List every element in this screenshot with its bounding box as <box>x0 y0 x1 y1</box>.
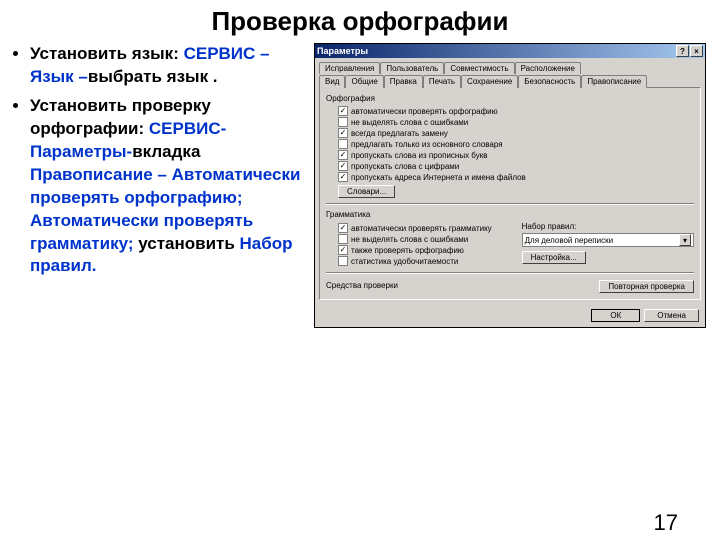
chk-skip-urls[interactable] <box>338 172 348 182</box>
gram-group-label: Грамматика <box>326 210 694 219</box>
rules-select[interactable]: Для деловой переписки ▾ <box>522 233 694 247</box>
orf-group-label: Орфография <box>326 94 694 103</box>
tab-view[interactable]: Вид <box>319 75 345 88</box>
rules-label: Набор правил: <box>522 222 694 231</box>
bullet-1: Установить язык: СЕРВИС – Язык –выбрать … <box>30 43 308 89</box>
ok-button[interactable]: ОК <box>591 309 640 322</box>
chk-auto-spell[interactable] <box>338 106 348 116</box>
tab-print[interactable]: Печать <box>423 75 461 88</box>
tools-label: Средства проверки <box>326 281 599 290</box>
chk-skip-upper[interactable] <box>338 150 348 160</box>
divider-2 <box>326 272 694 274</box>
tab-location[interactable]: Расположение <box>515 62 581 74</box>
tab-general[interactable]: Общие <box>345 75 383 88</box>
tab-spelling[interactable]: Правописание <box>581 75 647 88</box>
tab-panel: Орфография автоматически проверять орфог… <box>319 87 701 300</box>
recheck-button[interactable]: Повторная проверка <box>599 280 694 293</box>
dictionaries-button[interactable]: Словари... <box>338 185 395 198</box>
page-number: 17 <box>654 510 678 536</box>
chk-also-spell[interactable] <box>338 245 348 255</box>
divider <box>326 203 694 205</box>
chk-main-dict[interactable] <box>338 139 348 149</box>
bullets-area: Установить язык: СЕРВИС – Язык –выбрать … <box>8 43 308 328</box>
options-dialog: Параметры ? × Исправления Пользователь С… <box>314 43 706 328</box>
help-button[interactable]: ? <box>676 45 689 57</box>
tab-security[interactable]: Безопасность <box>518 75 581 88</box>
tab-edit[interactable]: Правка <box>384 75 423 88</box>
titlebar: Параметры ? × <box>315 44 705 58</box>
tab-corrections[interactable]: Исправления <box>319 62 380 74</box>
close-button[interactable]: × <box>690 45 703 57</box>
tab-user[interactable]: Пользователь <box>380 62 444 74</box>
chk-readability[interactable] <box>338 256 348 266</box>
chk-suggest[interactable] <box>338 128 348 138</box>
tab-compat[interactable]: Совместимость <box>444 62 514 74</box>
cancel-button[interactable]: Отмена <box>644 309 699 322</box>
bullet-2: Установить проверку орфографии: СЕРВИС-П… <box>30 95 308 279</box>
chk-skip-digits[interactable] <box>338 161 348 171</box>
slide-title: Проверка орфографии <box>0 6 720 37</box>
chk-auto-grammar[interactable] <box>338 223 348 233</box>
chk-hide-spell-errors[interactable] <box>338 117 348 127</box>
settings-button[interactable]: Настройка... <box>522 251 586 264</box>
chevron-down-icon: ▾ <box>679 234 691 246</box>
tab-save[interactable]: Сохранение <box>461 75 518 88</box>
chk-hide-gram-errors[interactable] <box>338 234 348 244</box>
dialog-title: Параметры <box>317 46 368 56</box>
